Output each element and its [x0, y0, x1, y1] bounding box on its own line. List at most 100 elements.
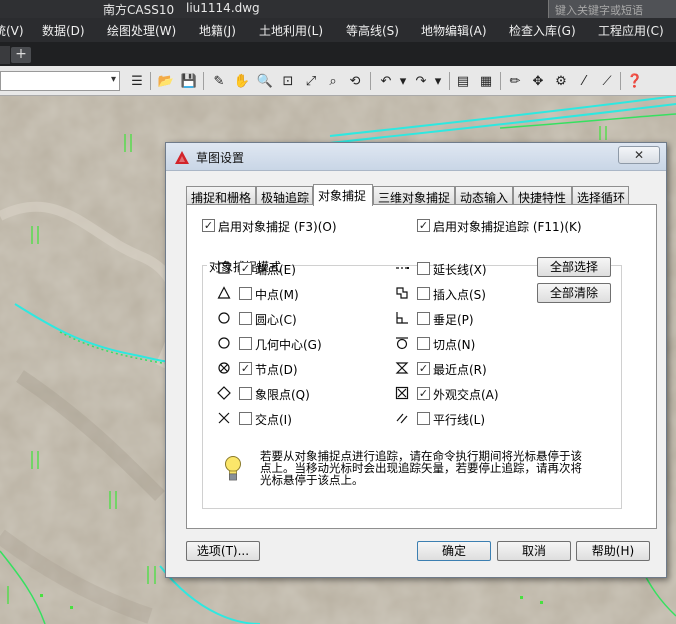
- perpendicular-checkbox[interactable]: [417, 312, 430, 325]
- menu-item-check[interactable]: 检查入库(G): [509, 22, 576, 39]
- app-title: 南方CASS10: [103, 3, 175, 17]
- ok-button[interactable]: 确定: [417, 541, 491, 561]
- geometric-center-checkbox[interactable]: [239, 337, 252, 350]
- redraw-icon[interactable]: ⟲: [346, 72, 364, 90]
- menu-bar: 统(V) 数据(D) 绘图处理(W) 地籍(J) 土地利用(L) 等高线(S) …: [0, 18, 676, 42]
- enable-tracking-checkbox[interactable]: ✓: [417, 219, 430, 232]
- enable-tracking-label: 启用对象捕捉追踪 (F11)(K): [433, 220, 582, 234]
- node-checkbox[interactable]: ✓: [239, 362, 252, 375]
- center-checkbox[interactable]: [239, 312, 252, 325]
- snap-settings-icon[interactable]: ⚙: [552, 72, 570, 90]
- tangent-icon: [396, 337, 408, 350]
- extension-checkbox[interactable]: [417, 262, 430, 275]
- object-snap-panel: ✓ 启用对象捕捉 (F3)(O) ✓ 启用对象捕捉追踪 (F11)(K) 对象捕…: [186, 204, 657, 529]
- grip-icon: ☰: [131, 73, 143, 89]
- select-all-button[interactable]: 全部选择: [537, 257, 611, 277]
- node-icon: [218, 362, 230, 374]
- pen-icon[interactable]: ✏: [506, 72, 524, 90]
- move-icon[interactable]: ✥: [529, 72, 547, 90]
- cancel-button[interactable]: 取消: [497, 541, 571, 561]
- eraser-icon[interactable]: ✎: [210, 72, 228, 90]
- apparent-intersection-label: 外观交点(A): [433, 388, 499, 402]
- geometric-center-icon: [218, 337, 230, 349]
- apparent-intersection-icon: [395, 386, 409, 400]
- drafting-settings-dialog: 草图设置 ✕ 捕捉和栅格 极轴追踪 对象捕捉 三维对象捕捉 动态输入 快捷特性 …: [165, 142, 667, 578]
- redo-dropdown-icon[interactable]: ▾: [429, 72, 447, 90]
- pan-hand-icon[interactable]: ✋: [233, 72, 251, 90]
- open-folder-icon[interactable]: 📂: [157, 72, 175, 90]
- polyline-tool-icon[interactable]: ⟋: [598, 72, 616, 90]
- zoom-window-icon[interactable]: ⊡: [279, 72, 297, 90]
- design-center-icon[interactable]: ▦: [477, 72, 495, 90]
- parallel-label: 平行线(L): [433, 413, 486, 427]
- search-input[interactable]: 键入关键字或短语: [548, 0, 676, 18]
- tab-3d-object-snap[interactable]: 三维对象捕捉: [373, 186, 455, 205]
- tab-selection-cycling[interactable]: 选择循环: [572, 186, 629, 205]
- options-button[interactable]: 选项(T)...: [186, 541, 260, 561]
- menu-item-cadastral[interactable]: 地籍(J): [199, 22, 236, 39]
- quadrant-checkbox[interactable]: [239, 387, 252, 400]
- insertion-label: 插入点(S): [433, 288, 486, 302]
- diamond-icon: [217, 386, 231, 400]
- title-bar: 南方CASS10 liu1114.dwg 键入关键字或短语: [0, 0, 676, 18]
- line-tool-icon[interactable]: ⁄: [575, 72, 593, 90]
- tab-quick-properties[interactable]: 快捷特性: [513, 186, 572, 205]
- zoom-icon[interactable]: 🔍: [256, 72, 274, 90]
- quadrant-label: 象限点(Q): [255, 388, 310, 402]
- new-tab-button[interactable]: +: [11, 47, 31, 63]
- tangent-checkbox[interactable]: [417, 337, 430, 350]
- tangent-label: 切点(N): [433, 338, 476, 352]
- toolbar: ▾ ☰ 📂 💾 ✎ ✋ 🔍 ⊡ ⤢ ⌕ ⟲ ↶ ▾ ↷ ▾ ▤ ▦ ✏ ✥ ⚙ …: [0, 66, 676, 96]
- undo-icon[interactable]: ↶: [377, 72, 395, 90]
- menu-item-draw[interactable]: 绘图处理(W): [107, 22, 176, 39]
- save-icon[interactable]: 💾: [180, 72, 198, 90]
- midpoint-label: 中点(M): [255, 288, 299, 302]
- tab-dynamic-input[interactable]: 动态输入: [455, 186, 513, 205]
- menu-item-contour[interactable]: 等高线(S): [346, 22, 399, 39]
- insert-icon: [396, 287, 408, 299]
- help-button[interactable]: 帮助(H): [576, 541, 650, 561]
- menu-item-landuse[interactable]: 土地利用(L): [259, 22, 323, 39]
- nearest-checkbox[interactable]: ✓: [417, 362, 430, 375]
- intersection-label: 交点(I): [255, 413, 292, 427]
- undo-dropdown-icon[interactable]: ▾: [394, 72, 412, 90]
- close-button[interactable]: ✕: [618, 146, 660, 164]
- redo-icon[interactable]: ↷: [412, 72, 430, 90]
- properties-icon[interactable]: ▤: [454, 72, 472, 90]
- zoom-extents-icon[interactable]: ⤢: [302, 72, 320, 90]
- file-name: liu1114.dwg: [186, 1, 260, 15]
- zoom-previous-icon[interactable]: ⌕: [324, 72, 342, 90]
- tab-snap-grid[interactable]: 捕捉和栅格: [186, 186, 256, 205]
- apparent-intersection-checkbox[interactable]: ✓: [417, 387, 430, 400]
- help-icon[interactable]: ❓: [626, 72, 644, 90]
- node-label: 节点(D): [255, 363, 298, 377]
- menu-item-engineering[interactable]: 工程应用(C): [598, 22, 664, 39]
- file-tab[interactable]: [0, 46, 10, 64]
- dialog-title: 草图设置: [196, 151, 245, 165]
- lightbulb-icon: [225, 456, 241, 481]
- chevron-down-icon: ▾: [110, 74, 116, 85]
- circle-icon: [218, 312, 230, 324]
- tracking-hint: 若要从对象捕捉点进行追踪，请在命令执行期间将光标悬停于该点上。当移动光标时会出现…: [260, 449, 582, 487]
- parallel-checkbox[interactable]: [417, 412, 430, 425]
- enable-osnap-label: 启用对象捕捉 (F3)(O): [218, 220, 337, 234]
- midpoint-checkbox[interactable]: [239, 287, 252, 300]
- clear-all-button[interactable]: 全部清除: [537, 283, 611, 303]
- endpoint-label: 端点(E): [255, 263, 296, 277]
- nearest-icon: [395, 362, 409, 374]
- insertion-checkbox[interactable]: [417, 287, 430, 300]
- extension-label: 延长线(X): [433, 263, 487, 277]
- center-label: 圆心(C): [255, 313, 297, 327]
- endpoint-checkbox[interactable]: ✓: [239, 262, 252, 275]
- menu-item-data[interactable]: 数据(D): [42, 22, 85, 39]
- menu-item-feature-edit[interactable]: 地物编辑(A): [421, 22, 487, 39]
- intersection-checkbox[interactable]: [239, 412, 252, 425]
- autocad-logo-icon: [175, 151, 189, 164]
- enable-osnap-checkbox[interactable]: ✓: [202, 219, 215, 232]
- menu-item-system[interactable]: 统(V): [0, 22, 24, 39]
- parallel-icon: [396, 413, 408, 424]
- nearest-label: 最近点(R): [433, 363, 487, 377]
- tab-polar-tracking[interactable]: 极轴追踪: [256, 186, 313, 205]
- tab-object-snap[interactable]: 对象捕捉: [313, 184, 373, 206]
- layer-combo[interactable]: ▾: [0, 71, 120, 91]
